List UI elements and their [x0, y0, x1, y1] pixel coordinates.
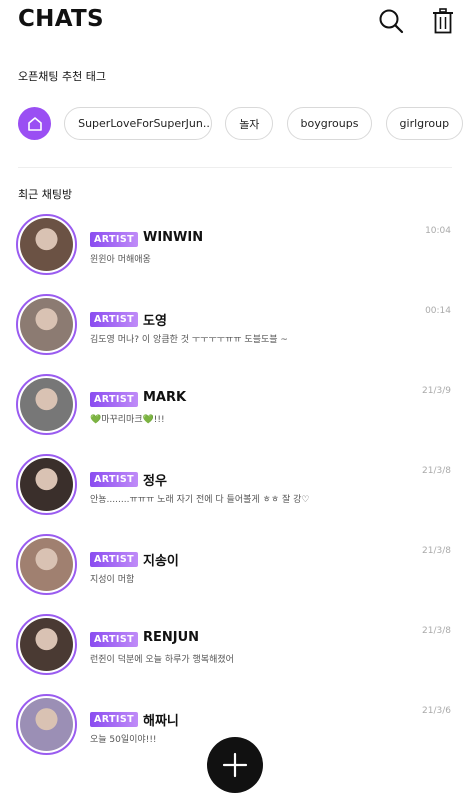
avatar-image	[20, 458, 73, 511]
chat-name: MARK	[143, 390, 187, 405]
recommended-tags-title: 오픈채팅 추천 태그	[18, 70, 106, 83]
tag-chip[interactable]: 놀자	[225, 107, 274, 140]
avatar	[16, 694, 77, 755]
chat-item[interactable]: ARTIST 도영 김도영 머나? 이 앙큼한 것 ㅜㅜㅜㅜㅠㅠ 도블도블 ~ …	[0, 288, 470, 368]
avatar	[16, 374, 77, 435]
chat-preview: 런쥔이 덕분에 오늘 하루가 행복해졌어	[90, 655, 234, 665]
home-icon	[27, 116, 42, 131]
plus-icon	[222, 752, 248, 778]
artist-badge: ARTIST	[90, 392, 138, 407]
search-icon	[379, 9, 404, 34]
avatar	[16, 614, 77, 675]
chat-name: 도영	[143, 314, 167, 329]
search-button[interactable]	[376, 6, 406, 36]
chat-name: WINWIN	[143, 230, 204, 245]
artist-badge: ARTIST	[90, 552, 138, 567]
chat-preview: 안뇽........ㅠㅠㅠ 노래 자기 전에 다 들어볼게 ㅎㅎ 잘 강♡	[90, 495, 310, 505]
chat-name: 지송이	[143, 554, 179, 569]
artist-badge: ARTIST	[90, 712, 138, 727]
header: CHATS	[0, 0, 470, 44]
chat-time: 21/3/8	[422, 626, 451, 636]
chat-name: RENJUN	[143, 630, 200, 645]
avatar-image	[20, 538, 73, 591]
chat-time: 21/3/8	[422, 546, 451, 556]
chat-preview: 💚마꾸리마크💚!!!	[90, 415, 165, 425]
new-chat-button[interactable]	[207, 737, 263, 793]
tag-chip[interactable]: boygroups	[286, 107, 373, 140]
chat-name: 정우	[143, 474, 167, 489]
page-title: CHATS	[18, 6, 104, 32]
avatar	[16, 534, 77, 595]
tag-row: SuperLoveForSuperJun... 놀자 boygroups gir…	[18, 107, 470, 141]
avatar	[16, 454, 77, 515]
tag-chip[interactable]: girlgroup	[385, 107, 464, 140]
chat-time: 10:04	[425, 226, 451, 236]
chat-list: ARTIST WINWIN 윈윈아 머해애옹 10:04 ARTIST 도영 김…	[0, 208, 470, 768]
chat-time: 21/3/9	[422, 386, 451, 396]
tag-chip[interactable]: SuperLoveForSuperJun...	[64, 107, 213, 140]
chat-time: 00:14	[425, 306, 451, 316]
avatar	[16, 214, 77, 275]
chat-item[interactable]: ARTIST RENJUN 런쥔이 덕분에 오늘 하루가 행복해졌어 21/3/…	[0, 608, 470, 688]
artist-badge: ARTIST	[90, 632, 138, 647]
chat-item[interactable]: ARTIST 지송이 지성이 머함 21/3/8	[0, 528, 470, 608]
chat-time: 21/3/6	[422, 706, 451, 716]
chat-item[interactable]: ARTIST WINWIN 윈윈아 머해애옹 10:04	[0, 208, 470, 288]
avatar-image	[20, 618, 73, 671]
home-tag-button[interactable]	[18, 107, 51, 140]
artist-badge: ARTIST	[90, 232, 138, 247]
trash-icon	[433, 8, 453, 34]
avatar-image	[20, 698, 73, 751]
artist-badge: ARTIST	[90, 312, 138, 327]
artist-badge: ARTIST	[90, 472, 138, 487]
chat-name: 해짜니	[143, 714, 179, 729]
avatar-image	[20, 298, 73, 351]
chat-item[interactable]: ARTIST MARK 💚마꾸리마크💚!!! 21/3/9	[0, 368, 470, 448]
avatar-image	[20, 378, 73, 431]
chat-time: 21/3/8	[422, 466, 451, 476]
divider	[18, 167, 452, 168]
avatar-image	[20, 218, 73, 271]
chat-preview: 지성이 머함	[90, 575, 135, 585]
chat-preview: 윈윈아 머해애옹	[90, 255, 151, 265]
recent-chats-title: 최근 채팅방	[18, 188, 73, 201]
avatar	[16, 294, 77, 355]
delete-button[interactable]	[428, 6, 458, 36]
chat-preview: 김도영 머나? 이 앙큼한 것 ㅜㅜㅜㅜㅠㅠ 도블도블 ~	[90, 335, 288, 345]
chat-item[interactable]: ARTIST 정우 안뇽........ㅠㅠㅠ 노래 자기 전에 다 들어볼게 …	[0, 448, 470, 528]
